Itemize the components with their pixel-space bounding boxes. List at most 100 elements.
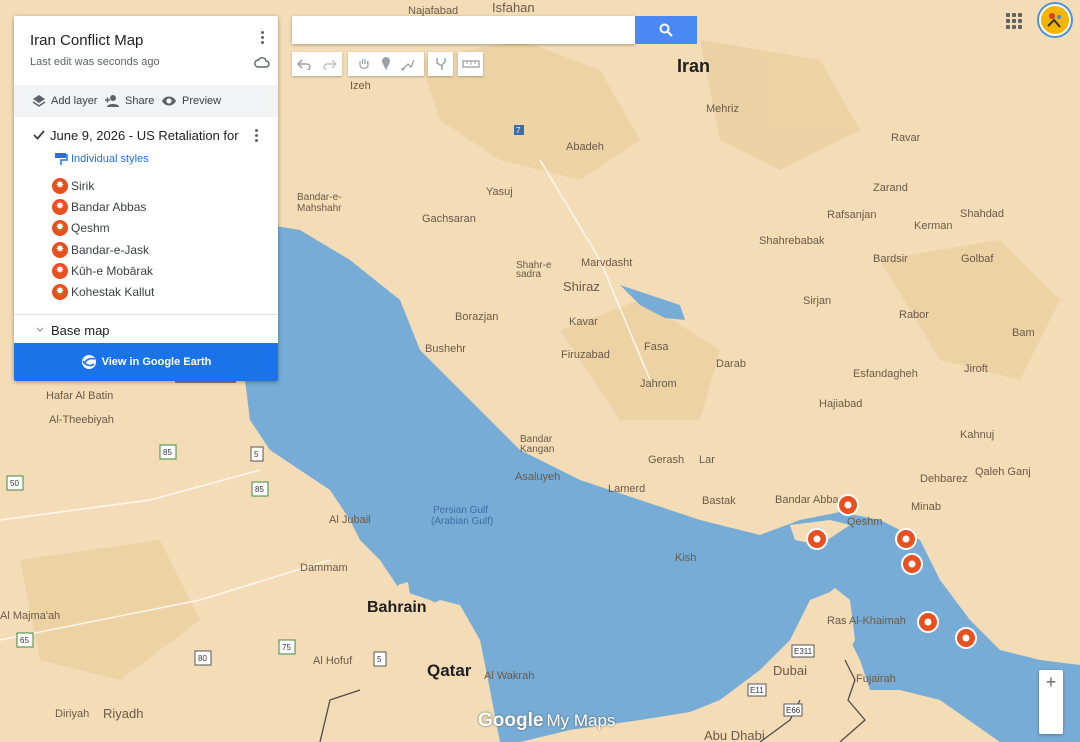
svg-text:Kangan: Kangan	[520, 444, 554, 455]
svg-text:Sirjan: Sirjan	[803, 295, 831, 307]
svg-text:5: 5	[254, 450, 259, 459]
svg-text:7: 7	[516, 126, 521, 135]
svg-text:Darab: Darab	[716, 358, 746, 370]
list-item[interactable]: ✸ Kohestak Kallut	[52, 282, 154, 302]
svg-text:Al-Theebiyah: Al-Theebiyah	[49, 414, 114, 426]
pin-icon: ✸	[52, 220, 68, 236]
directions-tool[interactable]	[428, 52, 453, 76]
svg-text:85: 85	[255, 485, 264, 494]
svg-text:Mehriz: Mehriz	[706, 103, 739, 115]
svg-text:Ravar: Ravar	[891, 132, 921, 144]
zoom-in-button[interactable]: +	[1039, 670, 1063, 694]
earth-icon	[81, 355, 96, 369]
svg-text:Qatar: Qatar	[427, 661, 472, 680]
svg-text:Jahrom: Jahrom	[640, 378, 677, 390]
svg-text:Dehbarez: Dehbarez	[920, 473, 968, 485]
undo-icon[interactable]	[297, 58, 311, 70]
view-in-google-earth-button[interactable]: View in Google Earth	[14, 343, 278, 381]
svg-text:Isfahan: Isfahan	[492, 0, 535, 15]
svg-text:sadra: sadra	[516, 269, 541, 280]
divider	[14, 314, 278, 315]
svg-text:Firuzabad: Firuzabad	[561, 349, 610, 361]
svg-text:Izeh: Izeh	[350, 80, 371, 92]
marker-icon[interactable]	[381, 57, 391, 71]
base-map-row[interactable]: Base map	[14, 318, 278, 342]
paint-roller-icon	[55, 153, 68, 165]
add-layer-button[interactable]: Add layer	[32, 85, 97, 117]
svg-text:Riyadh: Riyadh	[103, 706, 143, 721]
svg-text:Kavar: Kavar	[569, 316, 598, 328]
svg-text:Dammam: Dammam	[300, 562, 348, 574]
svg-text:Gerash: Gerash	[648, 454, 684, 466]
list-item[interactable]: ✸ Sirik	[52, 176, 94, 196]
individual-styles-link[interactable]: Individual styles	[54, 152, 149, 166]
redo-icon[interactable]	[323, 58, 337, 70]
avatar[interactable]	[1039, 4, 1071, 36]
svg-text:Kerman: Kerman	[914, 220, 953, 232]
add-layer-label: Add layer	[51, 95, 98, 107]
svg-text:Abadeh: Abadeh	[566, 141, 604, 153]
map-title[interactable]: Iran Conflict Map	[30, 32, 143, 49]
svg-text:Shiraz: Shiraz	[563, 279, 600, 294]
svg-text:Shahdad: Shahdad	[960, 208, 1004, 220]
svg-text:Qeshm: Qeshm	[847, 516, 882, 528]
map-marker-kohestak[interactable]	[901, 553, 923, 575]
map-options-menu-icon[interactable]	[253, 29, 271, 47]
svg-text:Golbaf: Golbaf	[961, 253, 994, 265]
list-item[interactable]: ✸ Qeshm	[52, 218, 110, 238]
preview-label: Preview	[182, 95, 222, 107]
map-marker-bandar-abbas[interactable]	[837, 494, 859, 516]
hand-icon[interactable]	[357, 57, 371, 71]
directions-icon	[435, 58, 446, 70]
apps-grid-icon[interactable]	[1006, 13, 1022, 29]
map-marker-kuh-e-mobarak[interactable]	[917, 611, 939, 633]
google-my-maps-logo: Google My Maps	[478, 710, 615, 734]
place-name: Kūh-e Mobārak	[71, 264, 154, 278]
individual-styles-label: Individual styles	[71, 153, 149, 165]
svg-text:Borazjan: Borazjan	[455, 311, 498, 323]
svg-text:Esfandagheh: Esfandagheh	[853, 368, 918, 380]
map-marker-qeshm[interactable]	[806, 528, 828, 550]
list-item[interactable]: ✸ Bandar-e-Jask	[52, 240, 149, 260]
svg-text:Iran: Iran	[677, 56, 710, 76]
svg-text:Lar: Lar	[699, 454, 715, 466]
search-button[interactable]	[635, 16, 697, 44]
map-marker-bandar-e-jask[interactable]	[955, 627, 977, 649]
svg-text:Al Hofuf: Al Hofuf	[313, 655, 353, 667]
place-name: Sirik	[71, 179, 95, 193]
svg-text:Bastak: Bastak	[702, 495, 736, 507]
svg-text:Shahrebabak: Shahrebabak	[759, 235, 825, 247]
map-marker-sirik[interactable]	[895, 528, 917, 550]
svg-text:Bardsir: Bardsir	[873, 253, 908, 265]
svg-text:Rafsanjan: Rafsanjan	[827, 209, 877, 221]
svg-text:E11: E11	[750, 686, 764, 695]
svg-text:Al Majma'ah: Al Majma'ah	[0, 610, 60, 622]
place-name: Bandar-e-Jask	[71, 243, 150, 257]
layer-title[interactable]: June 9, 2026 - US Retaliation for ...	[50, 128, 240, 143]
list-item[interactable]: ✸ Bandar Abbas	[52, 197, 146, 217]
layer-options-menu-icon[interactable]	[247, 127, 265, 145]
search-input[interactable]	[292, 16, 635, 44]
svg-text:Persian Gulf: Persian Gulf	[433, 505, 488, 516]
measure-tool[interactable]	[458, 52, 483, 76]
svg-text:Hajiabad: Hajiabad	[819, 398, 862, 410]
avatar-image-icon	[1044, 9, 1066, 31]
ruler-icon	[461, 60, 480, 68]
preview-button[interactable]: Preview	[161, 85, 221, 117]
share-button[interactable]: Share	[104, 85, 154, 117]
layer-visibility-checkbox[interactable]	[32, 128, 46, 142]
panel-toolbar: Add layer Share Preview	[14, 85, 278, 117]
google-logo-text: Google	[478, 710, 544, 731]
draw-line-icon[interactable]	[401, 57, 415, 71]
add-person-icon	[105, 95, 119, 107]
svg-text:Kahnuj: Kahnuj	[960, 429, 994, 441]
svg-text:E66: E66	[786, 706, 801, 715]
svg-text:Marvdasht: Marvdasht	[581, 257, 632, 269]
undo-redo-group	[292, 52, 342, 76]
svg-text:Dubai: Dubai	[773, 663, 807, 678]
svg-text:Minab: Minab	[911, 501, 941, 513]
svg-text:Bahrain: Bahrain	[367, 599, 427, 616]
zoom-control: +	[1039, 670, 1063, 734]
list-item[interactable]: ✸ Kūh-e Mobārak	[52, 261, 153, 281]
place-name: Bandar Abbas	[71, 200, 147, 214]
